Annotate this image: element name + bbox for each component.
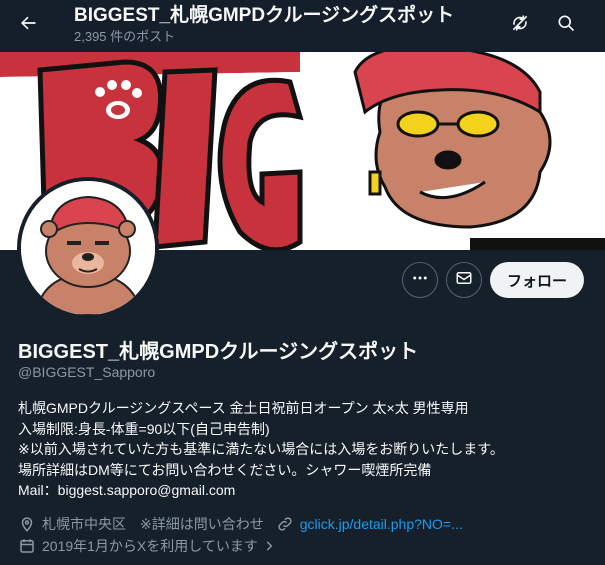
website-link[interactable]: gclick.jp/detail.php?NO=... <box>300 516 463 532</box>
mail-icon <box>455 269 473 292</box>
back-button[interactable] <box>10 7 46 43</box>
more-button[interactable] <box>402 262 438 298</box>
bio-line: 場所詳細はDM等にてお問い合わせください。シャワー喫煙所完備 <box>18 461 432 478</box>
search-icon <box>556 13 576 38</box>
location-pin-icon <box>18 515 36 533</box>
profile-joined-row: 2019年1月からXを利用しています <box>18 536 276 556</box>
search-button[interactable] <box>549 8 583 42</box>
avatar[interactable] <box>21 181 155 315</box>
post-count: 2,395 件のポスト <box>74 29 176 44</box>
no-sync-button[interactable] <box>503 8 537 42</box>
arrow-left-icon <box>18 13 38 38</box>
profile-meta-row: 札幌市中央区 ※詳細は問い合わせ gclick.jp/detail.php?NO… <box>18 514 463 534</box>
no-sync-icon <box>510 13 530 38</box>
joined-text[interactable]: 2019年1月からXを利用しています <box>42 536 258 556</box>
location-item: 札幌市中央区 ※詳細は問い合わせ <box>18 514 264 534</box>
message-button[interactable] <box>446 262 482 298</box>
avatar-image <box>21 181 155 315</box>
follow-button[interactable]: フォロー <box>490 262 584 298</box>
location-text: 札幌市中央区 ※詳細は問い合わせ <box>42 516 264 532</box>
bio-line: Mail：biggest.sapporo@gmail.com <box>18 482 236 499</box>
website-item[interactable]: gclick.jp/detail.php?NO=... <box>276 515 463 533</box>
display-name: BIGGEST_札幌GMPDクルージングスポット <box>18 341 419 363</box>
bio-line: ※以前入場されていた方も基準に満たない場合には入場をお断りいたします。 <box>18 441 504 458</box>
chevron-right-icon <box>262 539 276 553</box>
link-icon <box>276 515 294 533</box>
more-icon <box>411 269 429 292</box>
avatar-frame[interactable] <box>17 177 159 319</box>
user-handle: @BIGGEST_Sapporo <box>18 364 156 380</box>
bio-line: 札幌GMPDクルージングスペース 金土日祝前日オープン 太×太 男性専用 <box>18 400 469 416</box>
header-title-block: BIGGEST_札幌GMPDクルージングスポット 2,395 件のポスト <box>74 4 454 45</box>
profile-bio: 札幌GMPDクルージングスペース 金土日祝前日オープン 太×太 男性専用 入場制… <box>18 398 598 501</box>
calendar-icon <box>18 537 36 555</box>
bio-line: 入場制限:身長-体重=90以下(自己申告制) <box>18 420 270 437</box>
header-title: BIGGEST_札幌GMPDクルージングスポット <box>74 5 455 26</box>
top-bar: BIGGEST_札幌GMPDクルージングスポット 2,395 件のポスト <box>0 0 605 52</box>
